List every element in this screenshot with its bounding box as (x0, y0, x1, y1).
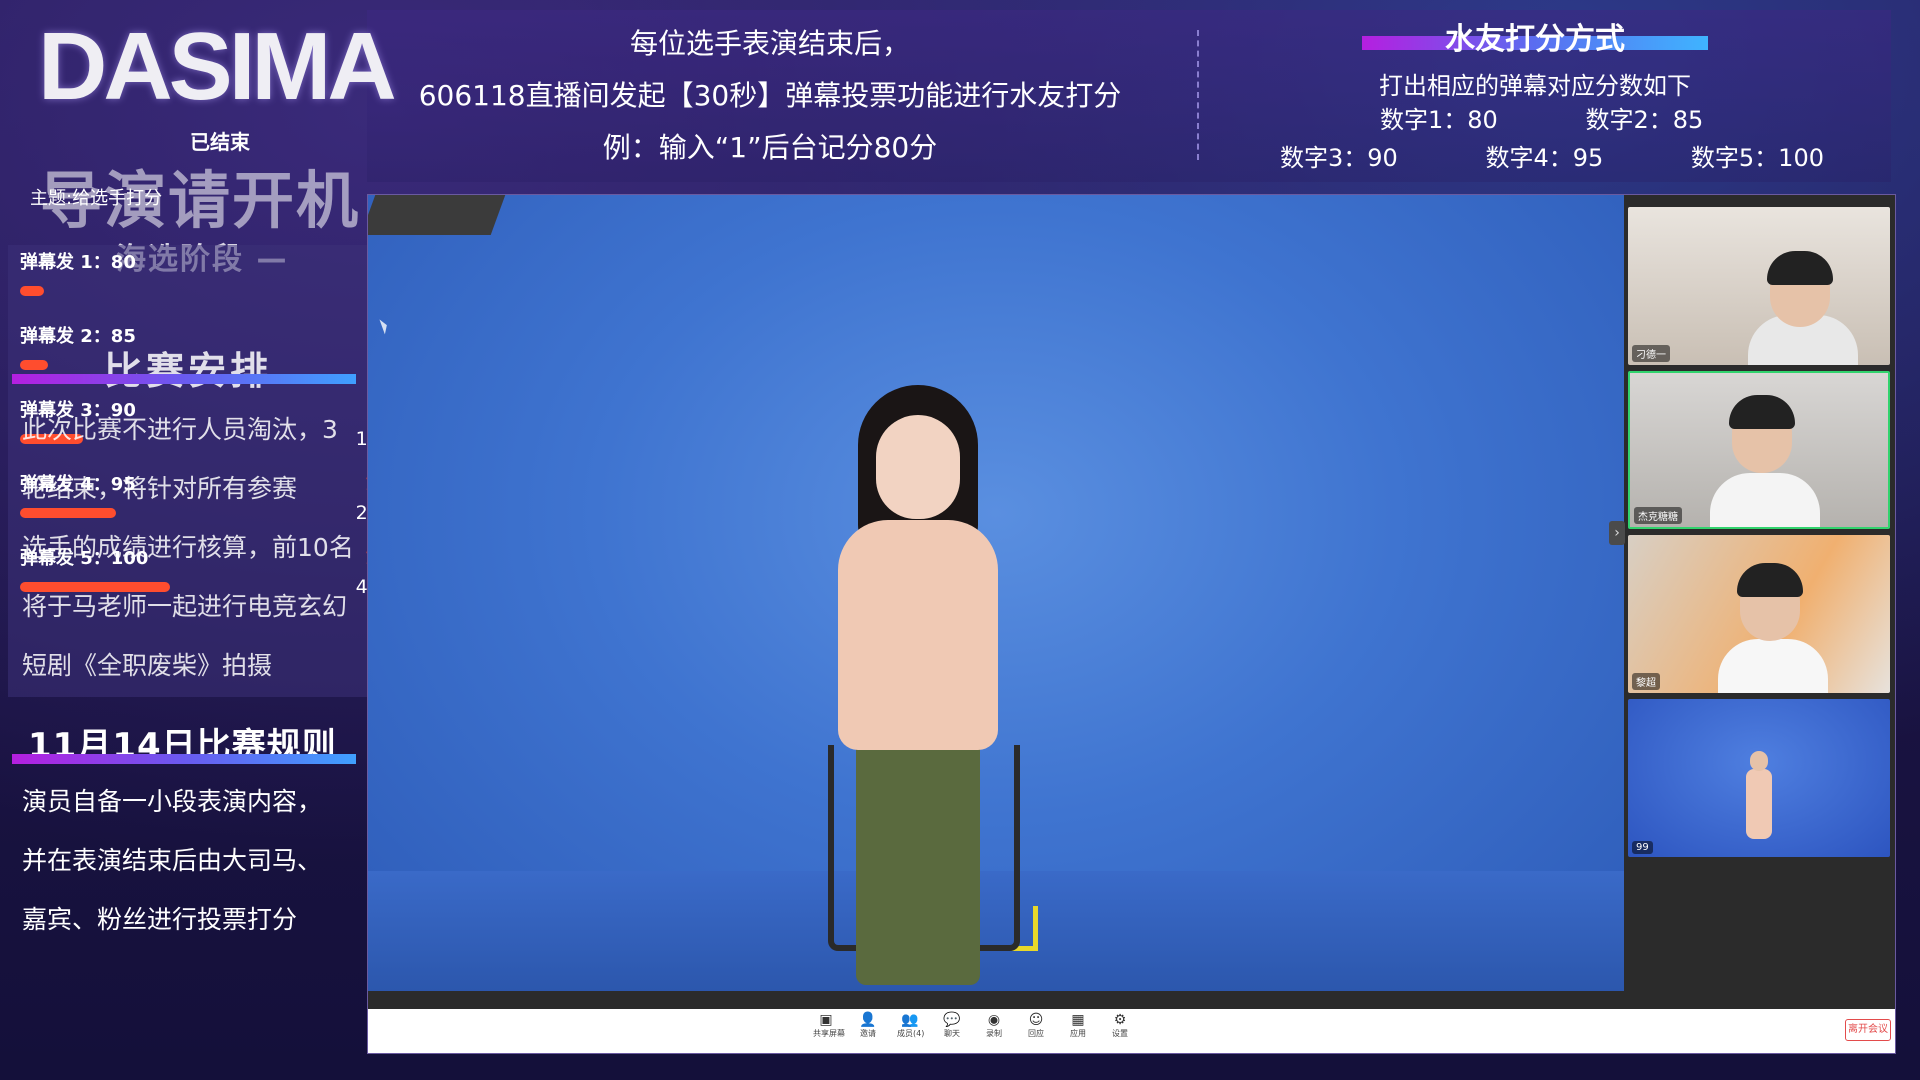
toolbar-members-button[interactable]: 👥 成员(4) (897, 1011, 925, 1039)
vote-bar (20, 360, 48, 370)
schedule-line: 轮结束，将针对所有参赛 (22, 474, 298, 503)
rules-line: 演员自备一小段表演内容， (22, 787, 323, 816)
participant-name: 黎超 (1632, 673, 1660, 690)
vote-bar (20, 286, 44, 296)
toolbar-settings-button[interactable]: ⚙ 设置 (1107, 1011, 1133, 1039)
vote-topic: 主题:给选手打分 (30, 188, 163, 209)
left-panel: DASIMA 导演请开机 已结束 主题:给选手打分 海选阶段 — 弹幕发 1：8… (0, 0, 438, 1080)
vote-option-label: 弹幕发 1：80 (20, 252, 136, 273)
score-row: 数字3：90 数字4：95 数字5：100 (1280, 138, 1904, 173)
light-fixture (368, 195, 506, 235)
toolbar-label: 聊天 (944, 1029, 960, 1038)
score-title: 水友打分方式 (1445, 22, 1625, 57)
invite-icon: 👤 (859, 1012, 877, 1028)
rules-line: 并在表演结束后由大司马、 (22, 846, 323, 875)
toolbar-label: 设置 (1112, 1029, 1128, 1038)
schedule-underline (12, 374, 356, 384)
participant-hair (1729, 395, 1795, 429)
performer-torso (838, 520, 998, 750)
toolbar-screen-share-button[interactable]: ▣ 共享屏幕 (813, 1011, 845, 1039)
toolbar-label: 成员(4) (897, 1029, 925, 1038)
toolbar-label: 录制 (986, 1029, 1002, 1038)
leave-meeting-button[interactable]: 离开会议 (1845, 1019, 1891, 1041)
top-rules-line: 每位选手表演结束后， (629, 27, 910, 60)
participant-name: 杰克糖糖 (1634, 507, 1682, 524)
rules-line: 嘉宾、粉丝进行投票打分 (22, 905, 298, 934)
toolbar-record-button[interactable]: ◉ 录制 (981, 1011, 1007, 1039)
toolbar-chat-button[interactable]: 💬 聊天 (939, 1011, 965, 1039)
toolbar-label: 邀请 (860, 1029, 876, 1038)
reaction-icon: ☺ (1028, 1012, 1044, 1028)
schedule-line: 此次比赛不进行人员淘汰，3 (22, 415, 338, 444)
top-rules: 每位选手表演结束后， 606118直播间发起【30秒】弹幕投票功能进行水友打分 … (390, 18, 1150, 174)
score-entry: 数字2：85 (1585, 106, 1704, 134)
participant-list: 刁德一 杰克糖糖 黎超 99 (1628, 207, 1890, 863)
top-rules-line: 606118直播间发起【30秒】弹幕投票功能进行水友打分 (418, 79, 1122, 112)
screen-share-icon: ▣ (819, 1012, 833, 1028)
participant-body (1710, 473, 1820, 527)
score-entry: 数字4：95 (1485, 144, 1604, 172)
participant-name: 刁德一 (1632, 345, 1670, 362)
performer-legs (856, 735, 980, 985)
meeting-window: › 刁德一 杰克糖糖 黎超 99 ▣ 共享屏幕 👤 邀请 👥 成员(4) 💬 聊天 ◉ 录制 ☺ 回应… (367, 194, 1896, 1054)
toolbar-reaction-button[interactable]: ☺ 回应 (1023, 1011, 1049, 1039)
schedule-line: 将于马老师一起进行电竞玄幻 (22, 592, 348, 621)
toolbar-apps-button[interactable]: ▦ 应用 (1065, 1011, 1091, 1039)
settings-icon: ⚙ (1113, 1012, 1127, 1028)
status-badge: 已结束 (190, 130, 250, 154)
participant-hair (1767, 251, 1833, 285)
apps-icon: ▦ (1071, 1012, 1085, 1028)
rules-underline (12, 754, 356, 764)
participant-body (1746, 769, 1772, 839)
participant-video[interactable]: 99 (1628, 699, 1890, 857)
score-entry: 数字5：100 (1690, 144, 1824, 172)
rules-text: 演员自备一小段表演内容， 并在表演结束后由大司马、 嘉宾、粉丝进行投票打分 (22, 772, 362, 949)
schedule-text: 此次比赛不进行人员淘汰，3 轮结束，将针对所有参赛 选手的成绩进行核算，前10名… (22, 400, 362, 695)
score-method: 水友打分方式 打出相应的弹幕对应分数如下 数字1：80 数字2：85 数字3：9… (1250, 14, 1824, 172)
schedule-line: 选手的成绩进行核算，前10名 (22, 533, 354, 562)
meeting-toolbar: ▣ 共享屏幕 👤 邀请 👥 成员(4) 💬 聊天 ◉ 录制 ☺ 回应 ▦ 应用 ⚙ 设置 离开会议 (368, 1009, 1895, 1053)
toolbar-label: 应用 (1070, 1029, 1086, 1038)
schedule-line: 短剧《全职废柴》拍摄 (22, 651, 273, 680)
logo: DASIMA (38, 13, 397, 120)
score-subtitle: 打出相应的弹幕对应分数如下 (1379, 72, 1691, 100)
score-entry: 数字1：80 (1380, 106, 1498, 134)
members-icon: 👥 (901, 1012, 919, 1028)
score-row: 数字1：80 数字2：85 (1380, 100, 1783, 135)
performer (798, 385, 1038, 985)
top-rules-line: 例：输入“1”后台记分80分 (602, 131, 938, 164)
collapse-arrow-icon[interactable]: › (1609, 521, 1625, 545)
chat-icon: 💬 (943, 1012, 961, 1028)
record-icon: ◉ (987, 1012, 1001, 1028)
vote-option: 弹幕发 1：80 (20, 248, 136, 296)
participant-body (1718, 639, 1828, 693)
main-video[interactable] (368, 195, 1624, 991)
schedule-title: 比赛安排 (104, 349, 273, 393)
toolbar-label: 回应 (1028, 1029, 1044, 1038)
participant-hair (1737, 563, 1803, 597)
participant-video[interactable]: 黎超 (1628, 535, 1890, 693)
toolbar-label: 共享屏幕 (813, 1029, 845, 1038)
divider (1197, 30, 1199, 160)
participant-name: 99 (1632, 841, 1653, 854)
score-entry: 数字3：90 (1280, 144, 1398, 172)
toolbar-invite-button[interactable]: 👤 邀请 (855, 1011, 881, 1039)
participant-video[interactable]: 杰克糖糖 (1628, 371, 1890, 529)
performer-face (876, 415, 960, 519)
participant-face (1750, 751, 1768, 771)
participant-video[interactable]: 刁德一 (1628, 207, 1890, 365)
